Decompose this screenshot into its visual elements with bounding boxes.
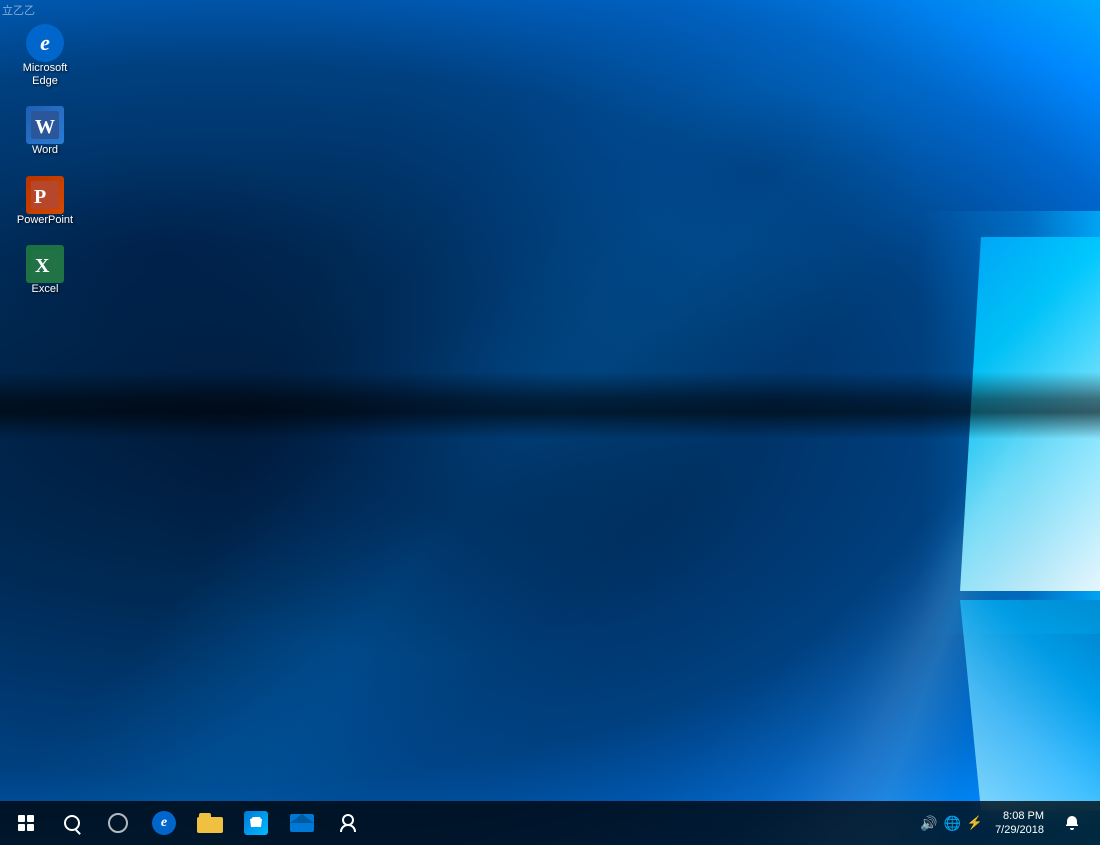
tray-icons: 🔊 🌐 ⚡: [920, 815, 983, 832]
powerpoint-icon-label: PowerPoint: [17, 214, 73, 227]
taskbar: e: [0, 801, 1100, 845]
folder-taskbar-icon: [197, 813, 223, 833]
battery-icon: ⚡: [967, 815, 983, 831]
taskbar-pin-app5[interactable]: [326, 801, 370, 845]
mail-flap: [290, 814, 314, 823]
desktop-icons-container: e Microsoft Edge W Word P PowerPoint: [0, 10, 90, 310]
start-sq-3: [18, 824, 25, 831]
system-tray: 🔊 🌐 ⚡ 8:08 PM 7/29/2018: [920, 801, 1096, 845]
task-view-button[interactable]: [96, 801, 140, 845]
powerpoint-icon: P: [26, 176, 64, 214]
edge-taskbar-icon: e: [152, 811, 176, 835]
desktop-icon-excel[interactable]: X Excel: [5, 241, 85, 300]
clock-time: 8:08 PM: [1003, 809, 1044, 823]
start-icon: [18, 815, 34, 831]
taskbar-pin-folder[interactable]: [188, 801, 232, 845]
excel-icon: X: [26, 245, 64, 283]
taskbar-pin-mail[interactable]: [280, 801, 324, 845]
desktop-icon-powerpoint[interactable]: P PowerPoint: [5, 172, 85, 231]
word-icon-label: Word: [32, 144, 58, 157]
word-icon: W: [26, 106, 64, 144]
mail-taskbar-icon: [290, 814, 314, 832]
edge-icon-label: Microsoft Edge: [11, 62, 79, 88]
svg-text:X: X: [35, 255, 50, 277]
svg-text:W: W: [35, 116, 55, 138]
desktop-icon-word[interactable]: W Word: [5, 102, 85, 161]
svg-text:P: P: [34, 186, 46, 208]
search-button[interactable]: [50, 801, 94, 845]
taskbar-pin-edge[interactable]: e: [142, 801, 186, 845]
desktop-icon-edge[interactable]: e Microsoft Edge: [5, 20, 85, 92]
notification-button[interactable]: [1056, 801, 1088, 845]
excel-icon-label: Excel: [32, 283, 59, 296]
start-sq-4: [27, 824, 34, 831]
clock-date: 7/29/2018: [995, 823, 1044, 837]
edge-icon: e: [26, 24, 64, 62]
notification-icon: [1064, 815, 1080, 831]
network-icon[interactable]: 🌐: [943, 815, 960, 832]
desktop: 立乙乙 e Microsoft Edge W Word P: [0, 0, 1100, 845]
folder-body: [197, 817, 223, 833]
texture-overlay: [0, 0, 1100, 845]
clock[interactable]: 8:08 PM 7/29/2018: [987, 809, 1052, 838]
start-sq-1: [18, 815, 25, 822]
taskbar-pin-store[interactable]: [234, 801, 278, 845]
start-button[interactable]: [4, 801, 48, 845]
volume-icon[interactable]: 🔊: [920, 815, 937, 832]
start-sq-2: [27, 815, 34, 822]
app5-icon: [337, 812, 359, 834]
search-icon: [64, 815, 80, 831]
cortana-icon: [108, 813, 128, 833]
store-taskbar-icon: [244, 811, 268, 835]
